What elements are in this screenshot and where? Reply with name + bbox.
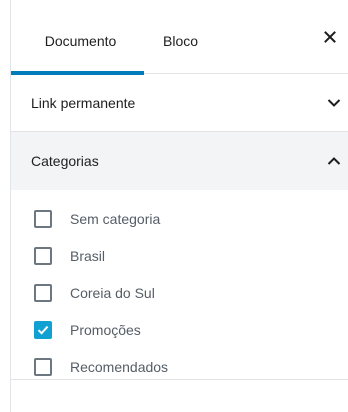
checkmark-icon: [37, 325, 49, 335]
category-label: Brasil: [70, 247, 106, 264]
category-label: Sem categoria: [70, 210, 161, 227]
categories-toggle[interactable]: Categorias: [11, 132, 348, 190]
category-item[interactable]: Sem categoria: [34, 200, 168, 237]
tab-document[interactable]: Documento: [11, 0, 144, 75]
category-item[interactable]: Coreia do Sul: [34, 274, 168, 311]
category-item[interactable]: Recomendados: [34, 348, 168, 385]
checkbox[interactable]: [34, 209, 52, 228]
close-icon[interactable]: [322, 29, 338, 45]
chevron-up-icon: [326, 153, 342, 169]
checkbox[interactable]: [34, 246, 52, 265]
checkbox[interactable]: [34, 283, 52, 302]
tab-block[interactable]: Bloco: [163, 0, 213, 74]
sidebar-tabs: Documento Bloco: [11, 0, 348, 75]
category-item[interactable]: Brasil: [34, 237, 168, 274]
settings-sidebar: Documento Bloco Link permanente Categori…: [0, 0, 348, 412]
chevron-down-icon: [326, 95, 342, 111]
category-list: Sem categoria Brasil Coreia do Sul Promo…: [34, 200, 168, 385]
permalink-toggle[interactable]: Link permanente: [11, 74, 348, 132]
categories-panel: Categorias Sem categoria Brasil Coreia d…: [11, 132, 348, 380]
categories-title: Categorias: [31, 153, 99, 169]
category-label: Promoções: [70, 321, 141, 338]
checkbox[interactable]: [34, 357, 52, 376]
checkbox-checked[interactable]: [34, 320, 52, 339]
category-label: Coreia do Sul: [70, 284, 155, 301]
category-label: Recomendados: [70, 358, 169, 375]
permalink-panel: Link permanente: [11, 74, 348, 132]
permalink-title: Link permanente: [31, 95, 136, 111]
category-item[interactable]: Promoções: [34, 311, 168, 348]
